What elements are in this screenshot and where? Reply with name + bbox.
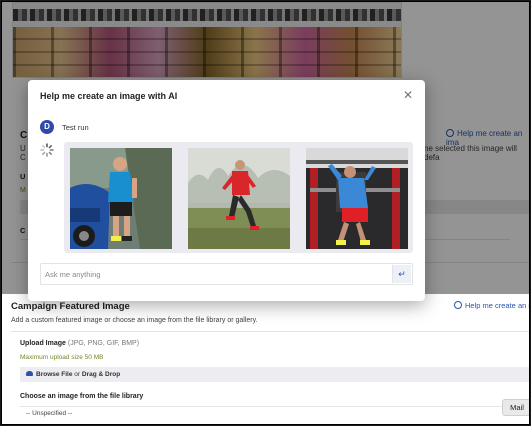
modal-title: Help me create an image with AI (40, 91, 178, 101)
generated-images (64, 142, 413, 253)
avatar: D (40, 120, 54, 134)
divider (11, 331, 529, 332)
featured-ai-link[interactable]: Help me create an im (454, 301, 529, 310)
featured-description: Add a custom featured image or choose an… (11, 317, 258, 324)
featured-image-section: Campaign Featured Image Add a custom fea… (2, 294, 529, 424)
featured-heading: Campaign Featured Image (11, 301, 130, 312)
image-library-select[interactable]: -- Unspecified -- (20, 406, 510, 420)
ai-image-modal: Help me create an image with AI ✕ D Test… (28, 80, 425, 301)
browse-file-dropzone[interactable]: Browse File or Drag & Drop (20, 367, 529, 382)
generated-image[interactable] (70, 148, 172, 249)
app-window: C Help me create an ima ne selected this… (1, 1, 530, 425)
generated-image[interactable] (188, 148, 290, 249)
close-icon[interactable]: ✕ (401, 88, 415, 102)
enter-icon[interactable]: ↵ (392, 265, 411, 283)
ask-input[interactable] (45, 267, 385, 282)
mail-tooltip: Mail (502, 399, 529, 416)
cloud-upload-icon (26, 371, 33, 376)
max-upload-size: Maximum upload size 50 MB (20, 354, 104, 361)
sparkle-icon (454, 301, 462, 309)
upload-label: Upload Image (JPG, PNG, GIF, BMP) (20, 340, 140, 347)
spinner-icon (40, 143, 54, 157)
choose-image-label: Choose an image from the file library (20, 393, 144, 400)
ask-box: ↵ (40, 263, 413, 285)
user-message-text: Test run (62, 123, 89, 132)
generated-image[interactable] (306, 148, 408, 249)
